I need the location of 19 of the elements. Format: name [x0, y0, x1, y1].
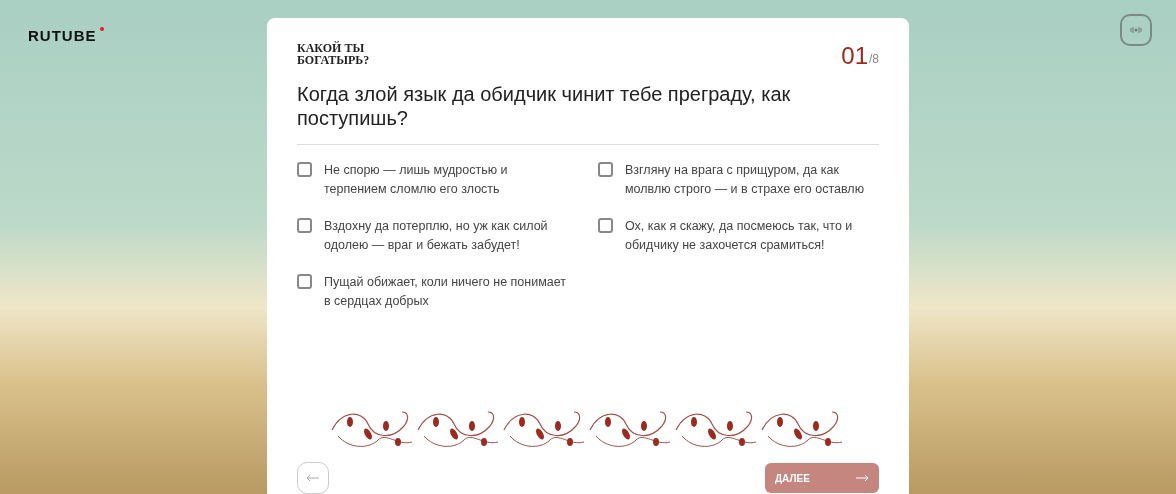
option-label[interactable]: Ох, как я скажу, да посмеюсь так, что и обидчику не захочется срамиться! — [625, 217, 879, 255]
option-label[interactable]: Взгляну на врага с прищуром, да как молвлю строго — и в страхе его оставлю — [625, 161, 879, 199]
quiz-title: КАКОЙ ТЫ БОГАТЫРЬ? — [297, 42, 367, 66]
question-text: Когда злой язык да обидчик чинит тебе преграду, как поступишь? — [297, 82, 879, 145]
sound-toggle-button[interactable] — [1120, 14, 1152, 46]
logo[interactable]: RUTUBE — [28, 27, 104, 45]
option-checkbox[interactable] — [297, 218, 312, 233]
right-arrow-icon — [855, 474, 869, 482]
option-checkbox[interactable] — [297, 162, 312, 177]
question-total: /8 — [869, 51, 879, 68]
option-label[interactable]: Пущай обижает, коли ничего не понимает в сердцах добрых — [324, 273, 578, 311]
option-checkbox[interactable] — [297, 274, 312, 289]
left-arrow-icon — [306, 474, 320, 482]
question-number: 01 — [841, 44, 868, 68]
option-label[interactable]: Вздохну да потерплю, но уж как силой одолею — враг и бежать забудет! — [324, 217, 578, 255]
option-checkbox[interactable] — [598, 218, 613, 233]
option-label[interactable]: Не спорю — лишь мудростью и терпением сломлю его злость — [324, 161, 578, 199]
speaker-icon — [1129, 25, 1143, 35]
option-checkbox[interactable] — [598, 162, 613, 177]
